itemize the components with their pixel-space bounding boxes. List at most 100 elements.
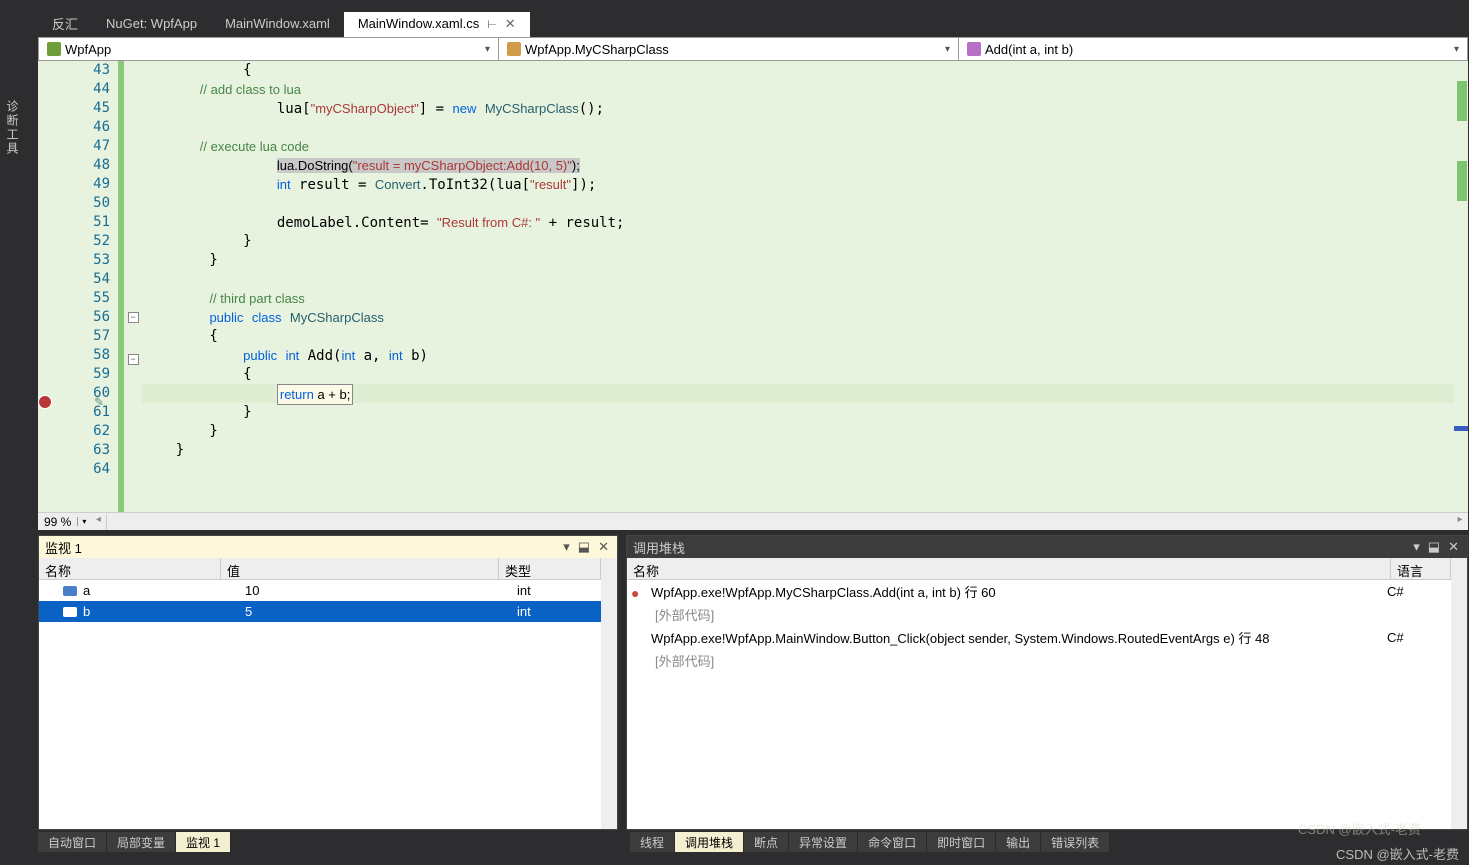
- col-value[interactable]: 值: [221, 558, 499, 579]
- bottom-tab[interactable]: 即时窗口: [927, 832, 996, 852]
- overview-ruler[interactable]: [1454, 61, 1468, 512]
- code-line[interactable]: int result = Convert.ToInt32(lua["result…: [142, 175, 1468, 194]
- line-number: 48: [38, 156, 110, 175]
- dropdown-icon[interactable]: ▾: [561, 539, 572, 555]
- callstack-body[interactable]: WpfApp.exe!WpfApp.MyCSharpClass.Add(int …: [627, 580, 1451, 829]
- line-number: 45: [38, 99, 110, 118]
- watch-value: 10: [239, 583, 511, 598]
- dropdown-icon[interactable]: ▾: [1411, 539, 1422, 555]
- code-line[interactable]: [142, 194, 1468, 213]
- line-number: 55: [38, 289, 110, 308]
- bottom-tab[interactable]: 异常设置: [789, 832, 858, 852]
- fold-column: −−: [124, 61, 142, 512]
- callstack-title-label: 调用堆栈: [633, 538, 685, 557]
- line-number: 50: [38, 194, 110, 213]
- document-tab[interactable]: MainWindow.xaml: [211, 12, 344, 36]
- code-line[interactable]: public int Add(int a, int b): [142, 346, 1468, 365]
- zoom-level[interactable]: 99 %: [38, 515, 77, 529]
- watch-body[interactable]: a10intb5int: [39, 580, 601, 829]
- nav-member-dropdown[interactable]: Add(int a, int b) ▾: [959, 38, 1467, 60]
- code-line[interactable]: // execute lua code: [142, 137, 1468, 156]
- bottom-tab[interactable]: 自动窗口: [38, 832, 107, 852]
- code-line[interactable]: public class MyCSharpClass: [142, 308, 1468, 327]
- watch-title-label: 监视 1: [45, 538, 82, 557]
- code-line[interactable]: }: [142, 403, 1468, 422]
- line-number: 54: [38, 270, 110, 289]
- pin-icon[interactable]: ⊢: [487, 19, 497, 31]
- stack-frame[interactable]: [外部代码]: [627, 649, 1451, 672]
- close-icon[interactable]: ✕: [1446, 539, 1461, 555]
- debug-panels: 监视 1 ▾ ⬓ ✕ 名称 值 类型 a10intb5int 调用堆栈 ▾: [38, 535, 1468, 830]
- close-icon[interactable]: ✕: [505, 16, 516, 31]
- code-content[interactable]: { // add class to lua lua["myCSharpObjec…: [142, 61, 1468, 512]
- frame-icon: [631, 631, 645, 645]
- watch-header: 名称 值 类型: [39, 558, 601, 580]
- col-name[interactable]: 名称: [627, 558, 1391, 579]
- stack-frame[interactable]: [外部代码]: [627, 603, 1451, 626]
- line-number: 44: [38, 80, 110, 99]
- watch-row[interactable]: a10int: [39, 580, 601, 601]
- code-line[interactable]: }: [142, 422, 1468, 441]
- watch-type: int: [511, 604, 601, 619]
- pin-icon[interactable]: ⬓: [1426, 539, 1442, 555]
- stack-frame[interactable]: WpfApp.exe!WpfApp.MyCSharpClass.Add(int …: [627, 580, 1451, 603]
- code-line[interactable]: demoLabel.Content= "Result from C#: " + …: [142, 213, 1468, 232]
- watermark: CSDN @嵌入式-老费: [1298, 819, 1421, 838]
- bottom-tab[interactable]: 断点: [744, 832, 789, 852]
- bottom-tab[interactable]: 命令窗口: [858, 832, 927, 852]
- horizontal-scrollbar[interactable]: [106, 514, 1452, 530]
- code-line[interactable]: {: [142, 327, 1468, 346]
- change-marker: [1457, 81, 1467, 121]
- code-line[interactable]: [142, 460, 1468, 479]
- editor-footer: 99 % ▾ ◂ ▸: [38, 512, 1468, 530]
- frame-name: WpfApp.exe!WpfApp.MyCSharpClass.Add(int …: [651, 582, 1387, 601]
- zoom-dropdown[interactable]: ▾: [77, 517, 90, 526]
- col-type[interactable]: 类型: [499, 558, 601, 579]
- code-line[interactable]: // third part class: [142, 289, 1468, 308]
- vertical-scrollbar[interactable]: [1451, 558, 1467, 829]
- code-line[interactable]: }: [142, 251, 1468, 270]
- bottom-tab[interactable]: 输出: [996, 832, 1041, 852]
- code-line[interactable]: }: [142, 441, 1468, 460]
- fold-toggle[interactable]: −: [128, 354, 139, 365]
- document-tab[interactable]: MainWindow.xaml.cs⊢✕: [344, 12, 530, 37]
- watch-type: int: [511, 583, 601, 598]
- code-line[interactable]: lua["myCSharpObject"] = new MyCSharpClas…: [142, 99, 1468, 118]
- scroll-position-marker[interactable]: [1454, 426, 1468, 431]
- change-marker: [1457, 161, 1467, 201]
- pin-icon[interactable]: ⬓: [576, 539, 592, 555]
- document-tab[interactable]: 反汇: [38, 10, 92, 38]
- scroll-left-button[interactable]: ◂: [90, 514, 106, 530]
- code-line[interactable]: return a + b;: [142, 384, 1468, 403]
- side-panel-label[interactable]: 诊断工具: [4, 100, 21, 156]
- breakpoint-marker[interactable]: [38, 395, 52, 409]
- bottom-tab[interactable]: 线程: [630, 832, 675, 852]
- bottom-tab[interactable]: 错误列表: [1041, 832, 1110, 852]
- code-editor[interactable]: 4344454647484950515253545556575859606162…: [38, 61, 1468, 512]
- document-tab[interactable]: NuGet: WpfApp: [92, 12, 211, 36]
- fold-toggle[interactable]: −: [128, 312, 139, 323]
- watch-row[interactable]: b5int: [39, 601, 601, 622]
- code-line[interactable]: }: [142, 232, 1468, 251]
- stack-frame[interactable]: WpfApp.exe!WpfApp.MainWindow.Button_Clic…: [627, 626, 1451, 649]
- watch-name: a: [81, 583, 239, 598]
- code-line[interactable]: {: [142, 365, 1468, 384]
- col-lang[interactable]: 语言: [1391, 558, 1451, 579]
- close-icon[interactable]: ✕: [596, 539, 611, 555]
- document-tabs: 反汇NuGet: WpfAppMainWindow.xamlMainWindow…: [38, 11, 530, 37]
- code-line[interactable]: {: [142, 61, 1468, 80]
- bottom-tab[interactable]: 局部变量: [107, 832, 176, 852]
- col-name[interactable]: 名称: [39, 558, 221, 579]
- code-line[interactable]: [142, 270, 1468, 289]
- bottom-tab[interactable]: 监视 1: [176, 832, 231, 852]
- code-line[interactable]: lua.DoString("result = myCSharpObject:Ad…: [142, 156, 1468, 175]
- scroll-right-button[interactable]: ▸: [1452, 514, 1468, 530]
- code-line[interactable]: [142, 118, 1468, 137]
- code-line[interactable]: // add class to lua: [142, 80, 1468, 99]
- bottom-tab[interactable]: 调用堆栈: [675, 832, 744, 852]
- nav-class-dropdown[interactable]: WpfApp.MyCSharpClass ▾: [499, 38, 959, 60]
- navigation-bar: WpfApp ▾ WpfApp.MyCSharpClass ▾ Add(int …: [38, 37, 1468, 61]
- vertical-scrollbar[interactable]: [601, 558, 617, 829]
- watch-name: b: [81, 604, 239, 619]
- nav-project-dropdown[interactable]: WpfApp ▾: [39, 38, 499, 60]
